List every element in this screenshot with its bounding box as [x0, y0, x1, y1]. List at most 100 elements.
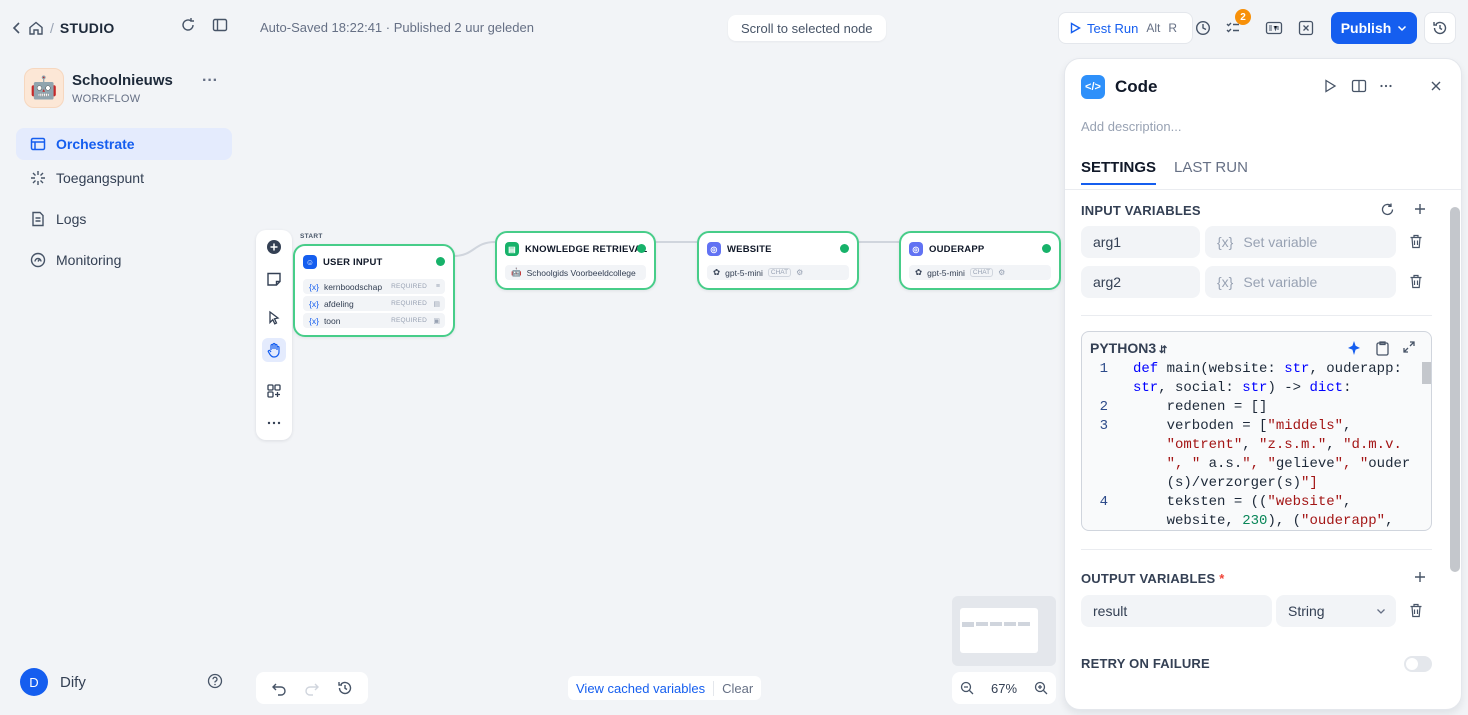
model-name: gpt-5-mini: [927, 267, 965, 278]
cached-variables-bar: View cached variables Clear: [568, 676, 762, 700]
tab-last-run[interactable]: LAST RUN: [1174, 159, 1248, 185]
add-input-icon[interactable]: [1413, 202, 1427, 216]
input-name-field[interactable]: arg1: [1081, 226, 1200, 258]
redo-icon[interactable]: [304, 680, 320, 696]
required-tag: REQUIRED: [391, 300, 427, 307]
success-check-icon: [840, 244, 849, 253]
code-line[interactable]: 3 verboden = ["middels",: [1082, 417, 1418, 436]
node-ouderapp[interactable]: ◎ OUDERAPP ✿ gpt-5-mini CHAT ⚙: [899, 231, 1061, 290]
line-number: 2: [1099, 399, 1108, 415]
dataset-row: 🤖 Schoolgids Voorbeeldcollege: [505, 265, 646, 280]
output-type-select[interactable]: String: [1276, 595, 1396, 627]
help-icon[interactable]: [207, 673, 223, 689]
minimap[interactable]: [952, 596, 1056, 666]
logs-icon: [30, 211, 46, 227]
ai-generate-icon[interactable]: [1346, 340, 1362, 356]
test-run-button[interactable]: Test Run Alt R: [1058, 12, 1193, 44]
publish-button[interactable]: Publish: [1331, 12, 1417, 44]
monitoring-icon: [30, 252, 46, 268]
zoom-in-icon[interactable]: [1034, 681, 1048, 695]
description-input[interactable]: Add description...: [1081, 119, 1181, 134]
close-icon[interactable]: [1429, 79, 1443, 93]
sidebar-toggle-icon[interactable]: [212, 17, 228, 33]
set-variable-field[interactable]: {x} Set variable: [1205, 266, 1396, 298]
zoom-out-icon[interactable]: [960, 681, 974, 695]
user-account[interactable]: D Dify: [20, 668, 86, 696]
more-icon[interactable]: ···: [202, 72, 218, 90]
home-icon[interactable]: [28, 20, 44, 36]
version-history-button[interactable]: [1424, 12, 1456, 44]
knowledge-icon: ▤: [505, 242, 519, 256]
breadcrumb: / STUDIO: [12, 16, 115, 40]
output-name-field[interactable]: result: [1081, 595, 1272, 627]
node-title-text: OUDERAPP: [929, 243, 985, 255]
run-node-icon[interactable]: [1323, 79, 1337, 93]
more-icon[interactable]: [262, 411, 286, 435]
code-line[interactable]: str, social: str) -> dict:: [1082, 379, 1418, 398]
panel-header: </> Code: [1081, 75, 1158, 99]
node-user-input[interactable]: ☺ USER INPUT {x} kernboodschap REQUIRED ≡ {…: [293, 244, 455, 337]
delete-icon[interactable]: [1409, 274, 1423, 289]
code-line[interactable]: 1 def main(website: str, ouderapp:: [1082, 360, 1418, 379]
undo-icon[interactable]: [271, 680, 287, 696]
code-line[interactable]: 4 teksten = (("website",: [1082, 493, 1418, 512]
set-variable-field[interactable]: {x} Set variable: [1205, 226, 1396, 258]
history-icon[interactable]: [337, 680, 353, 696]
sync-icon[interactable]: [180, 17, 196, 33]
line-text: ", " a.s.", "gelieve", "ouder: [1166, 456, 1411, 472]
variable-row: {x} toon REQUIRED ▣: [303, 313, 445, 328]
nav-item-toegangspunt[interactable]: Toegangspunt: [16, 162, 232, 194]
node-title: ☺ USER INPUT: [303, 255, 383, 269]
line-text: teksten = (("website",: [1133, 494, 1352, 510]
nav-item-monitoring[interactable]: Monitoring: [16, 244, 232, 276]
node-website[interactable]: ◎ WEBSITE ✿ gpt-5-mini CHAT ⚙: [697, 231, 859, 290]
zoom-level[interactable]: 67%: [991, 681, 1017, 696]
editor-scrollbar[interactable]: [1420, 360, 1431, 530]
node-title: ◎ WEBSITE: [707, 242, 772, 256]
variables-icon[interactable]: [1293, 12, 1319, 44]
code-content[interactable]: 1 def main(website: str, ouderapp: str, so…: [1082, 360, 1418, 530]
input-name-field[interactable]: arg2: [1081, 266, 1200, 298]
output-type-label: String: [1288, 603, 1325, 619]
nav-item-logs[interactable]: Logs: [16, 203, 232, 235]
code-line[interactable]: website, 230), ("ouderapp",: [1082, 512, 1418, 530]
paragraph-icon: ≡: [435, 283, 440, 290]
clear-button[interactable]: Clear: [713, 680, 761, 696]
chevron-left-icon[interactable]: [12, 22, 22, 34]
code-line[interactable]: (s)/verzorger(s)"]: [1082, 474, 1418, 493]
tab-settings[interactable]: SETTINGS: [1081, 159, 1157, 185]
app-card[interactable]: 🤖 Schoolnieuws WORKFLOW ···: [24, 68, 224, 110]
divider: [1081, 315, 1432, 316]
features-icon[interactable]: [1190, 12, 1216, 44]
line-text: website, 230), ("ouderapp",: [1133, 513, 1394, 529]
refresh-icon[interactable]: [1380, 202, 1395, 217]
studio-link[interactable]: STUDIO: [60, 20, 115, 36]
delete-icon[interactable]: [1409, 234, 1423, 249]
set-variable-placeholder: Set variable: [1243, 274, 1318, 290]
input-variables-heading: INPUT VARIABLES: [1081, 203, 1201, 218]
language-select[interactable]: PYTHON3 ⇵: [1090, 340, 1167, 356]
layout-icon[interactable]: [262, 379, 286, 403]
more-icon[interactable]: [1379, 79, 1393, 93]
code-editor[interactable]: PYTHON3 ⇵ 1 def main(website: str, oudera…: [1081, 331, 1432, 531]
expand-icon[interactable]: [1402, 340, 1416, 354]
split-view-icon[interactable]: [1351, 79, 1367, 93]
copy-icon[interactable]: [1375, 340, 1390, 356]
node-knowledge-retrieval[interactable]: ▤ KNOWLEDGE RETRIEVAL 🤖 Schoolgids Voorbe…: [495, 231, 656, 290]
panel-scrollbar[interactable]: [1450, 207, 1460, 572]
code-line[interactable]: ", " a.s.", "gelieve", "ouder: [1082, 455, 1418, 474]
nav-item-orchestrate[interactable]: Orchestrate: [16, 128, 232, 160]
editor-scroll-thumb[interactable]: [1422, 362, 1431, 384]
model-row: ✿ gpt-5-mini CHAT ⚙: [707, 265, 849, 280]
env-icon[interactable]: [1261, 12, 1287, 44]
delete-icon[interactable]: [1409, 603, 1423, 618]
history-icon: [1432, 20, 1448, 36]
nav-label: Logs: [56, 211, 87, 227]
view-cached-variables-button[interactable]: View cached variables: [568, 681, 713, 696]
code-line[interactable]: "omtrent", "z.s.m.", "d.m.v.: [1082, 436, 1418, 455]
retry-toggle[interactable]: [1404, 656, 1432, 672]
add-output-icon[interactable]: [1413, 570, 1427, 584]
variable-name: toon: [323, 315, 341, 326]
set-variable-placeholder: Set variable: [1243, 234, 1318, 250]
code-line[interactable]: 2 redenen = []: [1082, 398, 1418, 417]
